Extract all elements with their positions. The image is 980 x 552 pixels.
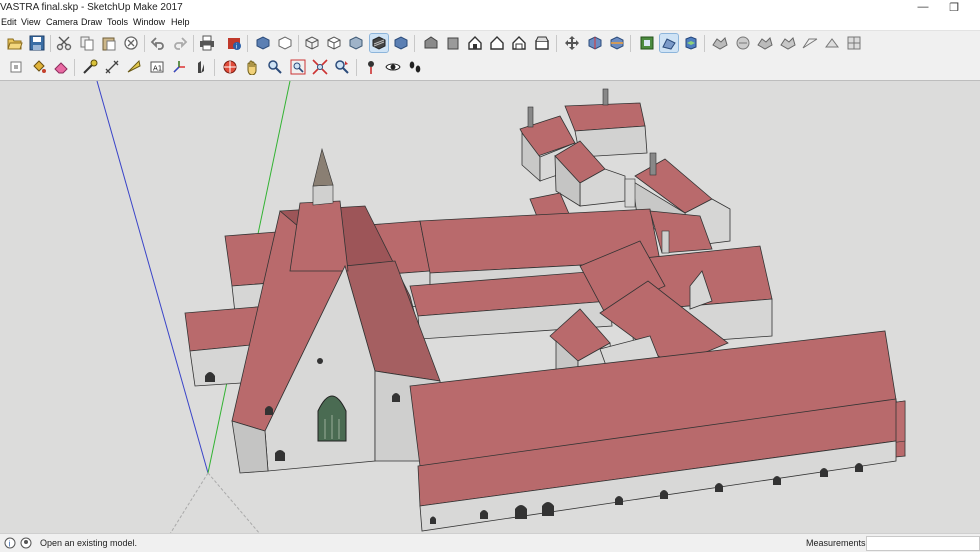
- redo-icon[interactable]: [171, 34, 189, 52]
- menu-draw[interactable]: Draw: [81, 17, 102, 27]
- title-bar: VASTRA final.skp - SketchUp Make 2017 — …: [0, 0, 980, 15]
- tools-toolbar: A1: [0, 55, 980, 80]
- toolbar-separator: [193, 35, 194, 52]
- toolbar-separator: [630, 35, 631, 52]
- toolbar-separator: [214, 59, 215, 76]
- measurements-field[interactable]: [866, 536, 980, 551]
- info-icon[interactable]: i: [4, 537, 16, 549]
- church: [231, 147, 441, 474]
- protractor-icon[interactable]: [125, 58, 143, 76]
- left-icon[interactable]: [533, 34, 551, 52]
- orbit-icon[interactable]: [221, 58, 239, 76]
- window-title: VASTRA final.skp - SketchUp Make 2017: [0, 2, 183, 13]
- toolbar-separator: [356, 59, 357, 76]
- sandbox-7-icon[interactable]: [845, 34, 863, 52]
- top-icon[interactable]: [444, 34, 462, 52]
- sandbox-1-icon[interactable]: [711, 34, 729, 52]
- sandbox-4-icon[interactable]: [779, 34, 797, 52]
- status-bar: i Open an existing model. Measurements: [0, 533, 980, 552]
- section-display-icon[interactable]: [586, 34, 604, 52]
- right-icon[interactable]: [488, 34, 506, 52]
- print-icon[interactable]: [198, 34, 216, 52]
- cube-icon[interactable]: [276, 34, 294, 52]
- 3d-text-icon[interactable]: [192, 58, 210, 76]
- text-icon[interactable]: A1: [148, 58, 166, 76]
- back-icon[interactable]: [510, 34, 528, 52]
- menu-view[interactable]: View: [21, 17, 40, 27]
- zoom-window-icon[interactable]: [289, 58, 307, 76]
- toolbar-separator: [298, 35, 299, 52]
- axes-icon[interactable]: [170, 58, 188, 76]
- maximize-button[interactable]: ❐: [944, 1, 964, 14]
- main-toolbar: i: [0, 30, 980, 56]
- menu-camera[interactable]: Camera: [46, 17, 78, 27]
- cut-icon[interactable]: [55, 34, 73, 52]
- make-component-icon[interactable]: [8, 58, 26, 76]
- model-render: [96, 81, 906, 534]
- zoom-extents-icon[interactable]: [311, 58, 329, 76]
- warehouse-icon[interactable]: [638, 34, 656, 52]
- blue-axis: [96, 81, 209, 474]
- minimize-button[interactable]: —: [913, 1, 933, 13]
- toolbar-separator: [414, 35, 415, 52]
- menu-help[interactable]: Help: [171, 17, 190, 27]
- look-around-icon[interactable]: [384, 58, 402, 76]
- zoom-icon[interactable]: [266, 58, 284, 76]
- measurements-label: Measurements: [806, 538, 866, 548]
- menu-edit[interactable]: Edit: [1, 17, 17, 27]
- open-icon[interactable]: [6, 34, 24, 52]
- status-message: Open an existing model.: [40, 538, 138, 548]
- toolbar-separator: [144, 35, 145, 52]
- user-icon[interactable]: [20, 537, 32, 549]
- toolbar-separator: [247, 35, 248, 52]
- copy-icon[interactable]: [78, 34, 96, 52]
- svg-text:A1: A1: [153, 65, 162, 73]
- menu-tools[interactable]: Tools: [107, 17, 128, 27]
- shaded-textures-icon[interactable]: [369, 33, 389, 53]
- undo-icon[interactable]: [149, 34, 167, 52]
- sandbox-2-icon[interactable]: [734, 34, 752, 52]
- walk-icon[interactable]: [406, 58, 424, 76]
- pan-icon[interactable]: [243, 58, 261, 76]
- monochrome-icon[interactable]: [392, 34, 410, 52]
- section-cut-icon[interactable]: [608, 34, 626, 52]
- dimension-icon[interactable]: [103, 58, 121, 76]
- toolbar-separator: [704, 35, 705, 52]
- eraser-icon[interactable]: [52, 58, 70, 76]
- erase-icon[interactable]: [122, 34, 140, 52]
- hidden-line-icon[interactable]: [325, 34, 343, 52]
- shaded-icon[interactable]: [347, 34, 365, 52]
- drawing-viewport[interactable]: [0, 80, 980, 534]
- menu-window[interactable]: Window: [133, 17, 165, 27]
- model-info-icon[interactable]: i: [225, 34, 243, 52]
- south-wing: [409, 330, 906, 532]
- previous-view-icon[interactable]: [333, 58, 351, 76]
- toolbar-separator: [556, 35, 557, 52]
- sandbox-6-icon[interactable]: [823, 34, 841, 52]
- toolbar-separator: [74, 59, 75, 76]
- box-icon[interactable]: [254, 34, 272, 52]
- menu-bar: Edit View Camera Draw Tools Window Help: [0, 15, 980, 30]
- paste-icon[interactable]: [100, 34, 118, 52]
- save-icon[interactable]: [28, 34, 46, 52]
- front-icon[interactable]: [466, 34, 484, 52]
- position-camera-icon[interactable]: [362, 58, 380, 76]
- paint-bucket-icon[interactable]: [30, 58, 48, 76]
- iso-icon[interactable]: [422, 34, 440, 52]
- section-plane-icon[interactable]: [563, 34, 581, 52]
- toolbar-separator: [50, 35, 51, 52]
- tape-measure-icon[interactable]: [81, 58, 99, 76]
- share-model-icon[interactable]: [659, 33, 679, 53]
- wireframe-icon[interactable]: [303, 34, 321, 52]
- sandbox-3-icon[interactable]: [756, 34, 774, 52]
- sandbox-5-icon[interactable]: [801, 34, 819, 52]
- components-icon[interactable]: [682, 34, 700, 52]
- svg-text:i: i: [9, 540, 11, 549]
